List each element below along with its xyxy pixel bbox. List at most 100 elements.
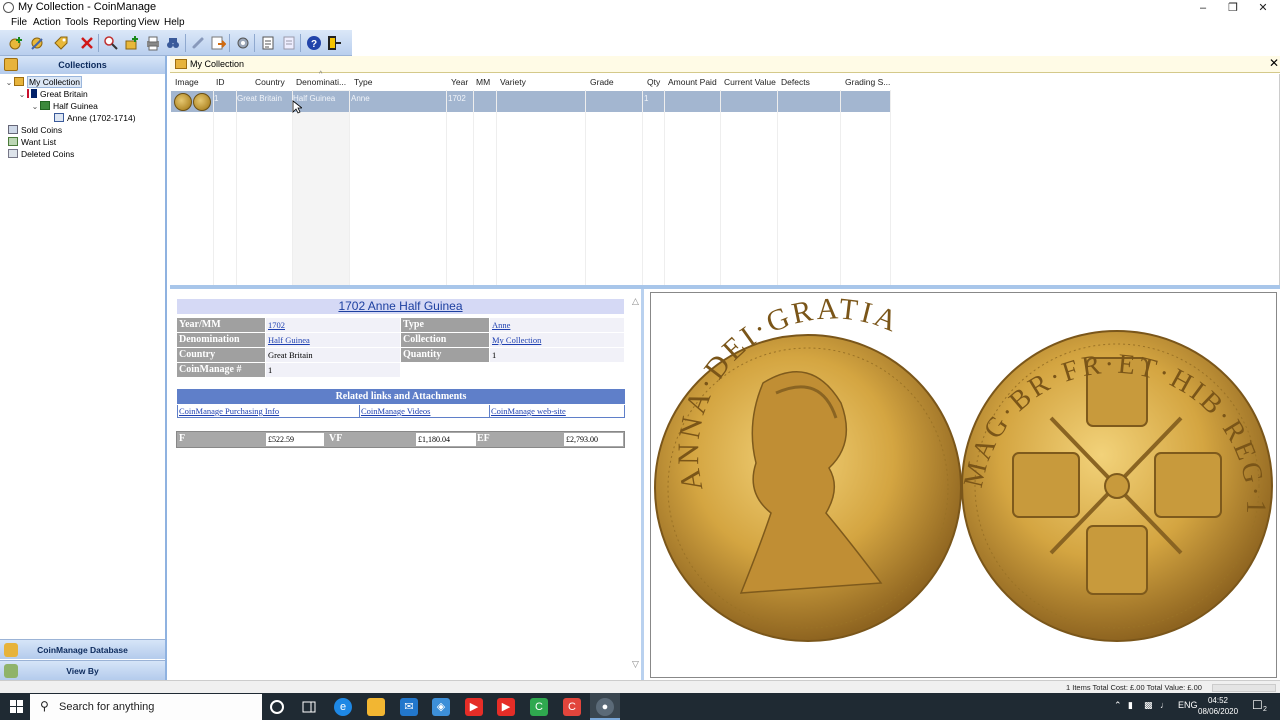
close-button[interactable]: ✕ xyxy=(1248,0,1278,16)
tag-icon[interactable] xyxy=(51,33,71,53)
app-logo-icon xyxy=(3,2,14,13)
denomination-value-link[interactable]: Half Guinea xyxy=(266,333,400,347)
edit-coin-icon[interactable] xyxy=(27,33,47,53)
expand-toggle-icon[interactable]: ⌄ xyxy=(4,77,14,89)
col-header-qty[interactable]: Qty xyxy=(647,77,667,87)
col-header-id[interactable]: ID xyxy=(216,77,236,87)
expand-toggle-icon[interactable]: ⌄ xyxy=(17,89,27,101)
mail-icon[interactable]: ✉ xyxy=(400,698,418,716)
export-icon[interactable] xyxy=(208,33,228,53)
attach-link-icon[interactable] xyxy=(188,33,208,53)
tree-item-deleted-coins[interactable]: Deleted Coins xyxy=(4,148,164,160)
windows-start-icon[interactable] xyxy=(10,700,24,717)
col-header-grade[interactable]: Grade xyxy=(590,77,630,87)
col-header-grading-service[interactable]: Grading S... xyxy=(845,77,890,87)
purchasing-info-link[interactable]: CoinManage Purchasing Info xyxy=(177,405,360,418)
want-list-icon xyxy=(8,137,18,146)
tree-item-want-list[interactable]: Want List xyxy=(4,136,164,148)
col-header-year[interactable]: Year xyxy=(451,77,471,87)
menu-file[interactable]: File xyxy=(11,17,27,28)
coin-detail-pane: △ ▽ 1702 Anne Half Guinea Year/MM 1702 T… xyxy=(170,289,644,680)
app-icon[interactable]: ◈ xyxy=(432,698,450,716)
network-icon[interactable]: ▩ xyxy=(1144,700,1153,711)
year-label: Year/MM xyxy=(177,318,265,332)
col-header-country[interactable]: Country xyxy=(255,77,293,87)
grade-ef-label: EF xyxy=(477,433,490,444)
delete-icon[interactable] xyxy=(77,33,97,53)
binoculars-icon[interactable] xyxy=(163,33,183,53)
tree-item-great-britain[interactable]: ⌄ Great Britain xyxy=(4,88,164,100)
collection-title: My Collection xyxy=(190,59,245,69)
year-value-link[interactable]: 1702 xyxy=(266,318,400,332)
menu-action[interactable]: Action xyxy=(33,17,61,28)
add-coin-icon[interactable] xyxy=(6,33,26,53)
tree-item-anne[interactable]: Anne (1702-1714) xyxy=(4,112,164,124)
file-explorer-icon[interactable] xyxy=(367,698,385,716)
notifications-icon[interactable]: ☐ xyxy=(1252,698,1263,712)
col-header-current-value[interactable]: Current Value xyxy=(724,77,778,87)
country-value: Great Britain xyxy=(266,348,400,362)
coinmanage-icon[interactable]: ● xyxy=(596,698,614,716)
coin-thumbnail-reverse[interactable] xyxy=(193,93,211,111)
search-icon[interactable] xyxy=(101,33,121,53)
camtasia-icon[interactable]: C xyxy=(530,698,548,716)
col-header-mm[interactable]: MM xyxy=(476,77,496,87)
tray-chevron-icon[interactable]: ⌃ xyxy=(1114,700,1122,711)
col-header-denomination[interactable]: Denominati... xyxy=(296,77,348,87)
coin-obverse: ANNA·DEI·GRATIA xyxy=(654,292,962,642)
help-icon[interactable]: ? xyxy=(304,33,324,53)
settings-icon[interactable] xyxy=(233,33,253,53)
report-icon[interactable] xyxy=(258,33,278,53)
col-header-amount-paid[interactable]: Amount Paid xyxy=(668,77,720,87)
battery-icon[interactable]: ▮ xyxy=(1128,700,1133,711)
quantity-value: 1 xyxy=(490,348,624,362)
task-view-icon[interactable] xyxy=(300,698,318,716)
camtasia-rec-icon[interactable]: C xyxy=(563,698,581,716)
folder-icon xyxy=(14,77,24,86)
coinmanage-database-button[interactable]: CoinManage Database xyxy=(0,639,165,659)
scroll-down-icon[interactable]: ▽ xyxy=(632,659,639,670)
menu-reporting[interactable]: Reporting xyxy=(93,17,136,28)
tree-item-my-collection[interactable]: ⌄ My Collection xyxy=(4,76,164,88)
column-divider xyxy=(496,90,497,285)
tree-item-label: Want List xyxy=(21,137,57,147)
col-header-image[interactable]: Image xyxy=(175,77,215,87)
view-by-button[interactable]: View By xyxy=(0,660,165,680)
toolbar: ? xyxy=(0,30,352,56)
report-alt-icon[interactable] xyxy=(279,33,299,53)
youtube-icon[interactable]: ▶ xyxy=(465,698,483,716)
videos-link[interactable]: CoinManage Videos xyxy=(359,405,490,418)
tree-item-half-guinea[interactable]: ⌄ Half Guinea xyxy=(4,100,164,112)
column-divider xyxy=(473,90,474,285)
cortana-icon[interactable] xyxy=(268,698,286,716)
col-header-type[interactable]: Type xyxy=(354,77,394,87)
menu-help[interactable]: Help xyxy=(164,17,185,28)
coin-image[interactable]: ANNA·DEI·GRATIA MAG·BR·FR·ET·HIB·REG·170… xyxy=(643,269,1276,677)
coin-thumbnail-obverse[interactable] xyxy=(174,93,192,111)
close-pane-icon[interactable]: ✕ xyxy=(1269,56,1279,70)
expand-toggle-icon[interactable]: ⌄ xyxy=(30,101,40,113)
website-link[interactable]: CoinManage web-site xyxy=(489,405,625,418)
exit-icon[interactable] xyxy=(324,33,344,53)
menu-tools[interactable]: Tools xyxy=(65,17,88,28)
youtube-alt-icon[interactable]: ▶ xyxy=(497,698,515,716)
col-header-defects[interactable]: Defects xyxy=(781,77,821,87)
add-collection-icon[interactable] xyxy=(122,33,142,53)
type-value-link[interactable]: Anne xyxy=(490,318,624,332)
language-indicator[interactable]: ENG xyxy=(1178,700,1198,710)
taskbar-search-box[interactable]: ⚲ Search for anything xyxy=(30,694,262,720)
edge-icon[interactable]: e xyxy=(334,698,352,716)
volume-icon[interactable]: ♩ xyxy=(1160,700,1169,710)
coinmanage-number-label: CoinManage # xyxy=(177,363,265,377)
menu-view[interactable]: View xyxy=(138,17,160,28)
tree-item-sold-coins[interactable]: Sold Coins xyxy=(4,124,164,136)
coin-title[interactable]: 1702 Anne Half Guinea xyxy=(177,299,624,314)
print-icon[interactable] xyxy=(143,33,163,53)
clock[interactable]: 04:52 08/06/2020 xyxy=(1198,695,1238,717)
scroll-up-icon[interactable]: △ xyxy=(632,296,639,307)
minimize-button[interactable]: – xyxy=(1188,0,1218,16)
maximize-button[interactable]: ❐ xyxy=(1218,0,1248,16)
col-header-variety[interactable]: Variety xyxy=(500,77,540,87)
collection-value-link[interactable]: My Collection xyxy=(490,333,624,347)
tree-item-label: Half Guinea xyxy=(53,101,98,111)
